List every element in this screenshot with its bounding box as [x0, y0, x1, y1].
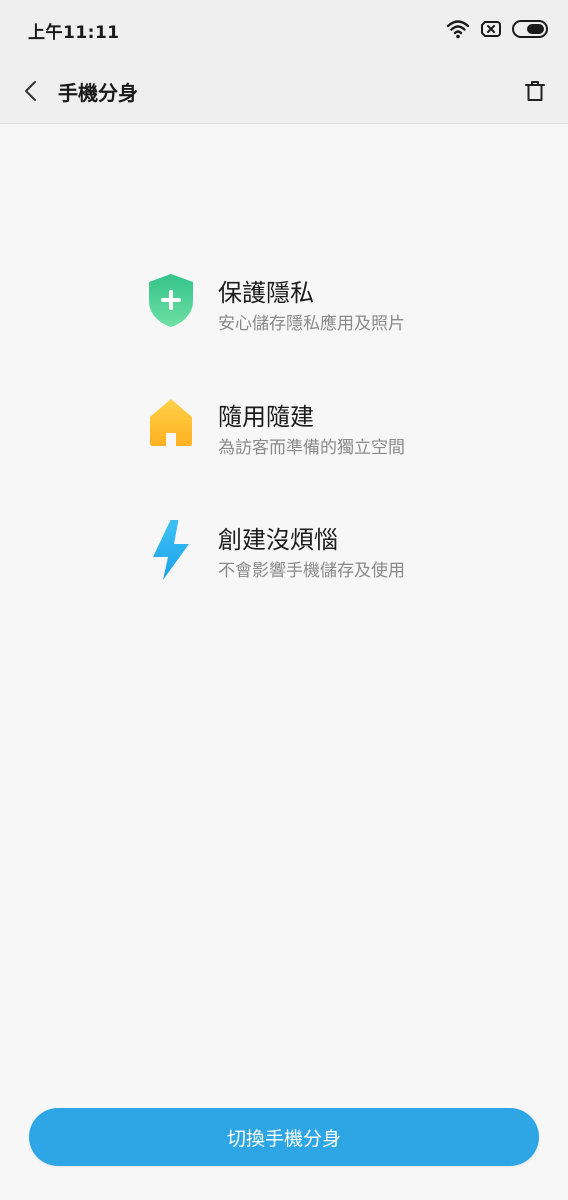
lightning-icon: [146, 517, 196, 586]
app-header: 手機分身: [0, 62, 568, 124]
status-bar: 上午11:11: [0, 0, 568, 62]
feature-worry-free: 創建沒煩惱 不會影響手機儲存及使用: [146, 517, 506, 592]
page-title: 手機分身: [58, 81, 138, 105]
feature-instant-create: 隨用隨建 為訪客而準備的獨立空間: [146, 397, 506, 469]
feature-title: 保護隱私: [218, 279, 314, 307]
feature-description: 為訪客而準備的獨立空間: [218, 438, 405, 458]
wifi-icon: [446, 19, 470, 43]
switch-second-space-button[interactable]: 切換手機分身: [29, 1108, 539, 1166]
feature-title: 隨用隨建: [218, 403, 314, 431]
feature-protect-privacy: 保護隱私 安心儲存隱私應用及照片: [146, 273, 506, 345]
feature-title: 創建沒煩惱: [218, 526, 338, 554]
feature-description: 不會影響手機儲存及使用: [218, 561, 405, 581]
battery-icon: [512, 20, 548, 42]
delete-button[interactable]: [518, 74, 552, 108]
trash-icon: [525, 81, 545, 101]
shield-plus-icon: [146, 273, 196, 339]
status-time: 上午11:11: [28, 23, 120, 43]
chevron-left-icon: [25, 81, 36, 101]
status-icons: [446, 18, 548, 44]
house-icon: [146, 397, 196, 463]
back-button[interactable]: [14, 74, 48, 108]
feature-description: 安心儲存隱私應用及照片: [218, 314, 405, 334]
no-sim-icon: [480, 20, 502, 42]
